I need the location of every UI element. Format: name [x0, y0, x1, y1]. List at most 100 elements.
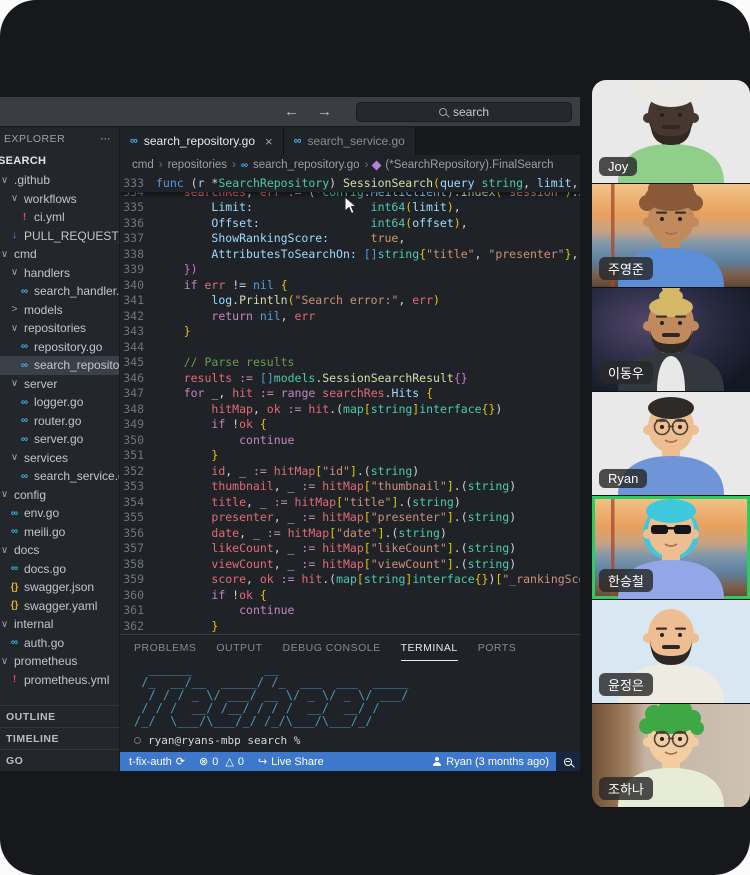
tree-item-ci-yml[interactable]: ! ci.yml: [0, 208, 119, 227]
participant-tile-이동우[interactable]: 이동우: [592, 288, 750, 392]
tree-item-meili-go[interactable]: ∞ meili.go: [0, 523, 119, 542]
code-line: 358 viewCount, _ := hitMap["viewCount"].…: [120, 557, 580, 573]
sidebar-section-go[interactable]: GO: [0, 749, 119, 771]
explorer-more-icon[interactable]: ⋯: [100, 133, 111, 145]
branch-indicator[interactable]: t-fix-auth ⟳: [122, 752, 192, 771]
breadcrumb-item[interactable]: cmd: [132, 159, 154, 171]
breadcrumb-item[interactable]: repositories: [168, 159, 227, 171]
code-editor[interactable]: 333 func (r *SearchRepository) SessionSea…: [120, 175, 580, 634]
tree-item-router-go[interactable]: ∞ router.go: [0, 412, 119, 431]
participant-name-badge: Joy: [599, 157, 638, 176]
tree-item-swagger-json[interactable]: {} swagger.json: [0, 578, 119, 597]
line-number: 351: [123, 448, 144, 462]
line-number: 361: [123, 603, 144, 617]
tree-item-handlers[interactable]: ∨ handlers: [0, 264, 119, 283]
sidebar-section-timeline[interactable]: TIMELINE: [0, 727, 119, 749]
tree-item-pull-request-t-[interactable]: ↓ PULL_REQUEST_T...: [0, 227, 119, 246]
tree-item-workflows[interactable]: ∨ workflows: [0, 190, 119, 209]
terminal-ascii-art: ______ __ /_ __/__ _____/ /_ ___ ___ ___…: [134, 662, 409, 728]
participant-tile-한승철[interactable]: 한승철: [592, 496, 750, 600]
line-content: if !ok {: [211, 587, 267, 602]
tree-item-server-go[interactable]: ∞ server.go: [0, 430, 119, 449]
participant-tile-조하나[interactable]: 조하나: [592, 704, 750, 808]
zoom-out-button[interactable]: [556, 752, 580, 771]
tree-item-label: PULL_REQUEST_T...: [24, 228, 119, 243]
person-icon: [432, 756, 442, 767]
panel-tab-debug-console[interactable]: DEBUG CONSOLE: [283, 635, 381, 661]
problems-indicator[interactable]: ⊗ 0 △ 0: [192, 752, 251, 771]
breadcrumb-separator: ›: [158, 159, 163, 171]
workbench: EXPLORER ⋯ SEARCH ∨ .github ∨ workflows! ci.…: [0, 127, 580, 771]
tree-item-search-service-go[interactable]: ∞ search_service.go: [0, 467, 119, 486]
close-tab-icon[interactable]: ×: [265, 134, 273, 149]
tree-item-label: services: [24, 450, 69, 465]
tree-item-search-repository-[interactable]: ∞ search_repository...: [0, 356, 119, 375]
tree-item-repositories[interactable]: ∨ repositories: [0, 319, 119, 338]
breadcrumb-separator: ›: [232, 159, 236, 171]
tree-item-label: router.go: [34, 413, 82, 428]
line-content: viewCount, _ := hitMap["viewCount"].(str…: [211, 556, 517, 571]
tree-item-docs-go[interactable]: ∞ docs.go: [0, 560, 119, 579]
tab-search_repository.go[interactable]: ∞ search_repository.go ×: [120, 127, 284, 155]
breadcrumb-item[interactable]: search_repository.go: [253, 159, 360, 171]
breadcrumb-separator: ›: [364, 159, 369, 171]
tree-item-auth-go[interactable]: ∞ auth.go: [0, 634, 119, 653]
panel-tab-problems[interactable]: PROBLEMS: [134, 635, 196, 661]
live-share-button[interactable]: ↪ Live Share: [251, 752, 331, 771]
tree-item-logger-go[interactable]: ∞ logger.go: [0, 393, 119, 412]
line-number: 343: [123, 324, 144, 338]
blame-user-label: Ryan (3 months ago): [446, 755, 549, 768]
code-line: 348 hitMap, ok := hit.(map[string]interf…: [120, 402, 580, 418]
tree-item-cmd[interactable]: ∨ cmd: [0, 245, 119, 264]
line-number: 333: [123, 176, 144, 190]
tree-item-label: meili.go: [24, 524, 66, 539]
tree-item-swagger-yaml[interactable]: {} swagger.yaml: [0, 597, 119, 616]
tree-item-prometheus[interactable]: ∨ prometheus: [0, 652, 119, 671]
terminal[interactable]: ______ __ /_ __/__ _____/ /_ ___ ___ ___…: [120, 661, 580, 752]
line-content: func (r *SearchRepository) SessionSearch…: [156, 176, 579, 190]
panel-tab-output[interactable]: OUTPUT: [216, 635, 262, 661]
bottom-panel: PROBLEMS OUTPUT DEBUG CONSOLE TERMINAL PORTS…: [120, 634, 580, 752]
chevron-down-icon: ∨: [0, 618, 9, 630]
symbol-method-icon: [371, 160, 382, 170]
tree-item--github[interactable]: ∨ .github: [0, 171, 119, 190]
panel-tab-ports[interactable]: PORTS: [478, 635, 516, 661]
line-number: 353: [123, 479, 144, 493]
line-number: 347: [123, 386, 144, 400]
tree-item-label: .github: [14, 173, 51, 188]
tree-item-label: server.go: [34, 432, 84, 447]
participant-tile-주영준[interactable]: 주영준: [592, 184, 750, 288]
participant-tile-윤정은[interactable]: 윤정은: [592, 600, 750, 704]
code-line: 354 title, _ := hitMap["title"].(string): [120, 495, 580, 511]
sidebar-section-outline[interactable]: OUTLINE: [0, 705, 119, 727]
screen: ← → search EXPLORER ⋯ SEARCH ∨ .github ∨ wo…: [0, 0, 750, 875]
tree-item-docs[interactable]: ∨ docs: [0, 541, 119, 560]
tree-item-internal[interactable]: ∨ internal: [0, 615, 119, 634]
zoom-out-icon: [564, 757, 572, 766]
line-content: for _, hit := range searchRes.Hits {: [183, 386, 434, 400]
tree-item-models[interactable]: > models: [0, 301, 119, 320]
breadcrumb-item[interactable]: (*SearchRepository).FinalSearch: [385, 159, 553, 171]
code-line: 361 continue: [120, 603, 580, 619]
tree-item-prometheus-yml[interactable]: ! prometheus.yml: [0, 671, 119, 690]
chevron-down-icon: ∨: [0, 544, 9, 556]
tree-item-config[interactable]: ∨ config: [0, 486, 119, 505]
tree-item-repository-go[interactable]: ∞ repository.go: [0, 338, 119, 357]
tree-item-search-handler-go[interactable]: ∞ search_handler.go: [0, 282, 119, 301]
live-share-icon: ↪: [257, 756, 268, 768]
tree-item-env-go[interactable]: ∞ env.go: [0, 504, 119, 523]
participant-tile-Joy[interactable]: Joy: [592, 80, 750, 184]
errors-count: 0: [212, 755, 219, 768]
tab-search_service.go[interactable]: ∞ search_service.go: [283, 127, 416, 155]
nav-back-icon[interactable]: ←: [284, 103, 299, 120]
panel-tab-terminal[interactable]: TERMINAL: [400, 635, 458, 661]
project-section-header[interactable]: SEARCH: [0, 151, 119, 171]
command-search-box[interactable]: search: [356, 101, 572, 122]
tree-item-server[interactable]: ∨ server: [0, 375, 119, 394]
tree-item-services[interactable]: ∨ services: [0, 449, 119, 468]
blame-user[interactable]: Ryan (3 months ago): [425, 752, 556, 771]
chevron-down-icon: ∨: [10, 267, 19, 279]
code-line: 350 continue: [120, 433, 580, 449]
participant-tile-Ryan[interactable]: Ryan: [592, 392, 750, 496]
nav-forward-icon[interactable]: →: [317, 103, 332, 120]
